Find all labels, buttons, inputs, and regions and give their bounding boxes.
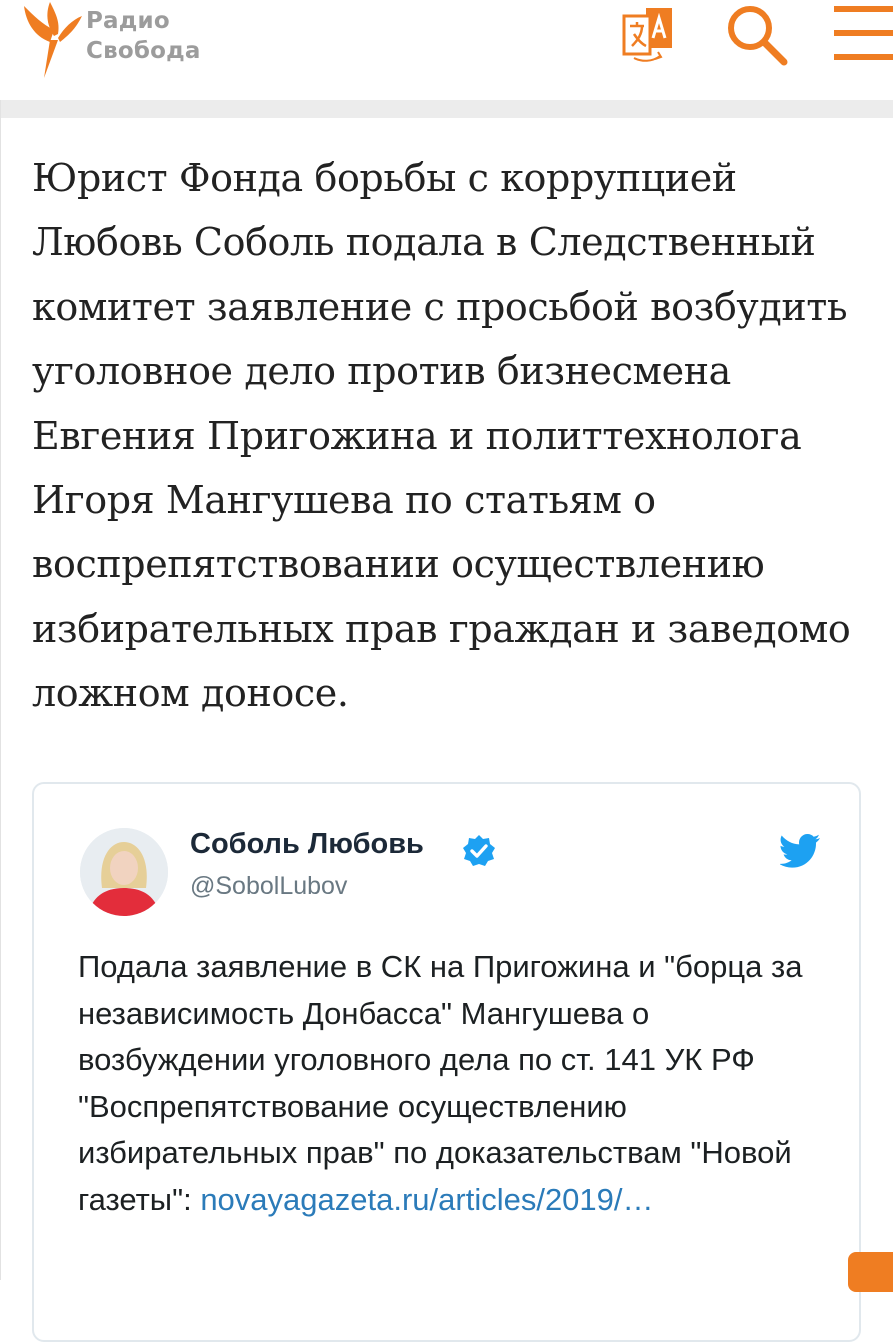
tweet-link[interactable]: novayagazeta.ru/articles/2019/… [200, 1182, 653, 1217]
article-lead: Юрист Фонда борьбы с коррупцией Любовь С… [32, 156, 851, 716]
site-header: Радио Свобода [0, 0, 893, 100]
search-icon[interactable] [724, 2, 790, 73]
twitter-bird-icon[interactable] [779, 834, 820, 873]
tweet-text-body: Подала заявление в СК на Пригожина и "бо… [78, 949, 803, 1217]
logo-line1: Радио [86, 8, 170, 34]
tweet-author-name[interactable]: Соболь Любовь [190, 828, 424, 861]
verified-icon [462, 834, 496, 873]
translate-icon[interactable] [618, 4, 676, 69]
header-divider [0, 100, 893, 118]
tweet-text: Подала заявление в СК на Пригожина и "бо… [78, 944, 838, 1223]
radio-svoboda-logo-icon[interactable] [20, 0, 84, 85]
page-edge [0, 100, 1, 1280]
tweet-author-handle[interactable]: @SobolLubov [190, 872, 347, 901]
logo-wordmark[interactable]: Радио Свобода [86, 6, 201, 66]
logo-line2: Свобода [86, 38, 201, 64]
embedded-tweet[interactable]: Соболь Любовь @SobolLubov Подала заявлен… [32, 782, 861, 1342]
avatar[interactable] [80, 828, 168, 916]
floating-action-tab[interactable] [848, 1252, 893, 1292]
menu-icon[interactable] [834, 6, 893, 67]
